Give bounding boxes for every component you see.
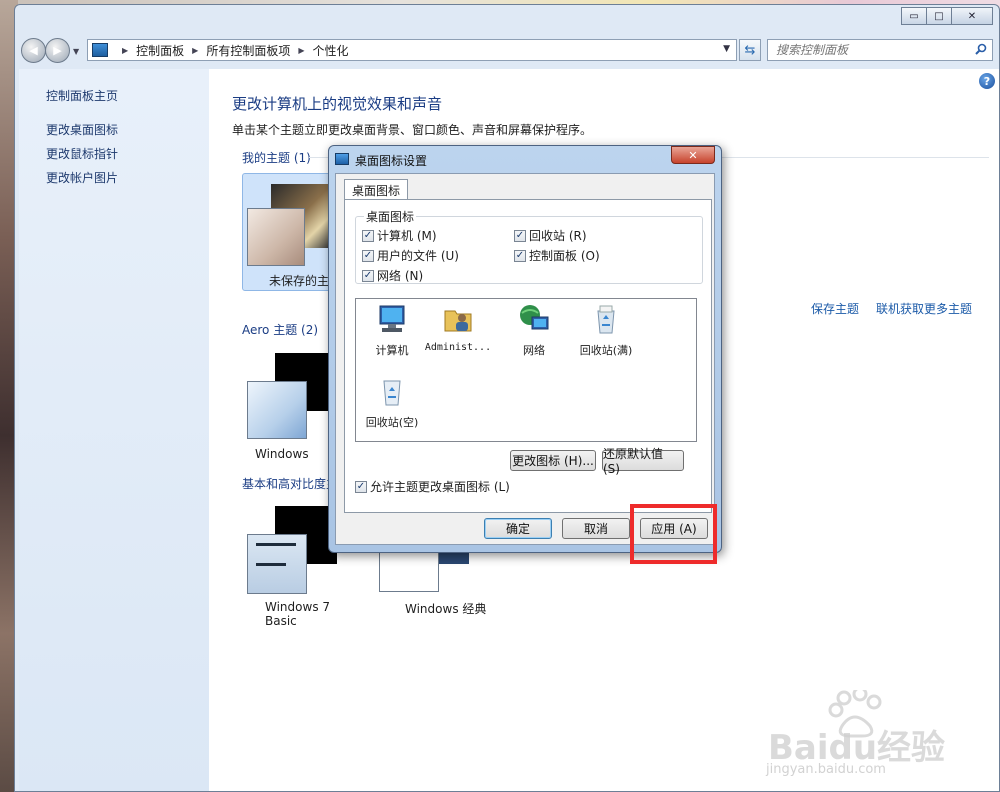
computer-icon [379, 305, 405, 332]
group-legend: 桌面图标 [364, 208, 417, 225]
help-icon[interactable]: ? [979, 73, 995, 89]
restore-default-button[interactable]: 还原默认值 (S) [602, 447, 684, 476]
watermark-url: jingyan.baidu.com [766, 762, 886, 777]
theme-label: 未保存的主 [269, 274, 330, 288]
maximize-button[interactable]: □ [926, 7, 952, 25]
ok-button[interactable]: 确定 [484, 518, 552, 539]
checkbox-control-panel[interactable]: ✓ 控制面板 (O) [514, 247, 600, 264]
theme-aero-windows[interactable]: Windows [247, 353, 337, 463]
theme-label: Windows 经典 [405, 602, 487, 616]
search-box[interactable] [767, 39, 993, 61]
checkbox-user-files[interactable]: ✓ 用户的文件 (U) [362, 247, 459, 264]
link-change-mouse-pointers[interactable]: 更改鼠标指针 [46, 145, 118, 162]
left-task-pane: 控制面板主页 更改桌面图标 更改鼠标指针 更改帐户图片 [19, 69, 209, 791]
checkbox-network[interactable]: ✓ 网络 (N) [362, 267, 423, 284]
back-button[interactable]: ◀ [21, 38, 46, 63]
desktop-icons-group: 桌面图标 ✓ 计算机 (M) ✓ 回收站 (R) ✓ 用户的文件 (U) ✓ 控制面板 … [355, 208, 703, 284]
group-my-themes: 我的主题 (1) [242, 151, 311, 165]
dialog-body: 桌面图标 桌面图标 ✓ 计算机 (M) ✓ 回收站 (R) ✓ 用户的文件 (U) ✓… [335, 173, 715, 545]
navigation-bar: ◀ ▶ ▼ ▶ 控制面板 ▶ 所有控制面板项 ▶ 个性化 ▼ ⇆ [15, 35, 999, 65]
theme-label: Windows 7 Basic [265, 600, 331, 628]
breadcrumb-control-panel[interactable]: 控制面板 [136, 42, 184, 59]
window-controls: ▭ □ ✕ [901, 7, 993, 25]
close-button[interactable]: ✕ [951, 7, 993, 25]
minimize-button[interactable]: ▭ [901, 7, 927, 25]
save-theme-link[interactable]: 保存主题 [811, 300, 859, 317]
address-bar[interactable]: ▶ 控制面板 ▶ 所有控制面板项 ▶ 个性化 ▼ [87, 39, 737, 61]
theme-label: Windows [255, 447, 309, 461]
close-icon: ✕ [688, 148, 698, 162]
checkbox-allow-themes[interactable]: ✓ 允许主题更改桌面图标 (L) [355, 478, 510, 495]
search-input[interactable] [776, 43, 966, 57]
desktop-icon-settings-dialog: 桌面图标设置 ✕ 桌面图标 桌面图标 ✓ 计算机 (M) ✓ 回收站 (R) ✓ 用户… [328, 145, 722, 553]
address-dropdown-icon[interactable]: ▼ [723, 44, 730, 54]
change-icon-button[interactable]: 更改图标 (H)... [510, 450, 596, 471]
recent-pages-chevron-icon[interactable]: ▼ [73, 47, 79, 56]
breadcrumb-separator-icon[interactable]: ▶ [122, 46, 128, 55]
apply-highlight-annotation [630, 504, 717, 564]
control-panel-icon [92, 43, 108, 57]
page-title: 更改计算机上的视觉效果和声音 [232, 95, 443, 113]
theme-thumbnail-window [247, 208, 305, 266]
list-item-recycle-bin-full[interactable]: 回收站(满) [566, 303, 646, 358]
check-icon: ✓ [362, 229, 374, 242]
recycle-bin-full-icon [597, 305, 615, 334]
desktop-icon-list: 计算机 Administ... 网络 回收站(满) 回收站(空) [355, 298, 697, 442]
desktop-icon-settings-icon [335, 153, 349, 165]
theme-unsaved[interactable]: 未保存的主 [242, 173, 334, 291]
cancel-button[interactable]: 取消 [562, 518, 630, 539]
breadcrumb-personalization[interactable]: 个性化 [313, 42, 349, 59]
forward-button[interactable]: ▶ [45, 38, 70, 63]
page-description: 单击某个主题立即更改桌面背景、窗口颜色、声音和屏幕保护程序。 [232, 123, 593, 137]
checkbox-computer[interactable]: ✓ 计算机 (M) [362, 227, 437, 244]
group-basic-themes: 基本和高对比度主 [242, 477, 339, 491]
recycle-bin-empty-icon [383, 380, 401, 406]
checkbox-recycle-bin[interactable]: ✓ 回收站 (R) [514, 227, 587, 244]
list-item-network[interactable]: 网络 [494, 303, 574, 358]
dialog-title: 桌面图标设置 [355, 154, 428, 168]
tab-panel: 桌面图标 ✓ 计算机 (M) ✓ 回收站 (R) ✓ 用户的文件 (U) ✓ 控制面板 … [344, 199, 712, 513]
theme-thumbnail-window [247, 534, 307, 594]
theme-thumbnail-window [247, 381, 307, 439]
refresh-icon: ⇆ [744, 42, 756, 58]
check-icon: ✓ [362, 269, 374, 282]
list-item-recycle-bin-empty[interactable]: 回收站(空) [352, 375, 432, 430]
baidu-jingyan-watermark: Baidu经验 jingyan.baidu.com [764, 690, 984, 780]
network-icon [520, 305, 549, 330]
user-folder-icon [444, 310, 472, 332]
check-icon: ✓ [362, 249, 374, 262]
group-aero-themes: Aero 主题 (2) [242, 323, 319, 337]
link-change-desktop-icons[interactable]: 更改桌面图标 [46, 121, 118, 138]
check-icon: ✓ [514, 229, 526, 242]
get-more-themes-link[interactable]: 联机获取更多主题 [876, 300, 972, 317]
link-control-panel-home[interactable]: 控制面板主页 [46, 87, 118, 104]
breadcrumb-all-items[interactable]: 所有控制面板项 [206, 42, 290, 59]
link-change-account-picture[interactable]: 更改帐户图片 [46, 169, 118, 186]
check-icon: ✓ [355, 480, 367, 493]
tab-desktop-icons[interactable]: 桌面图标 [344, 179, 408, 200]
list-item-administrator[interactable]: Administ... [418, 303, 498, 353]
breadcrumb-separator-icon[interactable]: ▶ [192, 46, 198, 55]
breadcrumb-separator-icon[interactable]: ▶ [298, 46, 304, 55]
dialog-close-button[interactable]: ✕ [671, 146, 715, 164]
check-icon: ✓ [514, 249, 526, 262]
refresh-button[interactable]: ⇆ [739, 39, 761, 61]
search-icon[interactable] [975, 43, 987, 55]
